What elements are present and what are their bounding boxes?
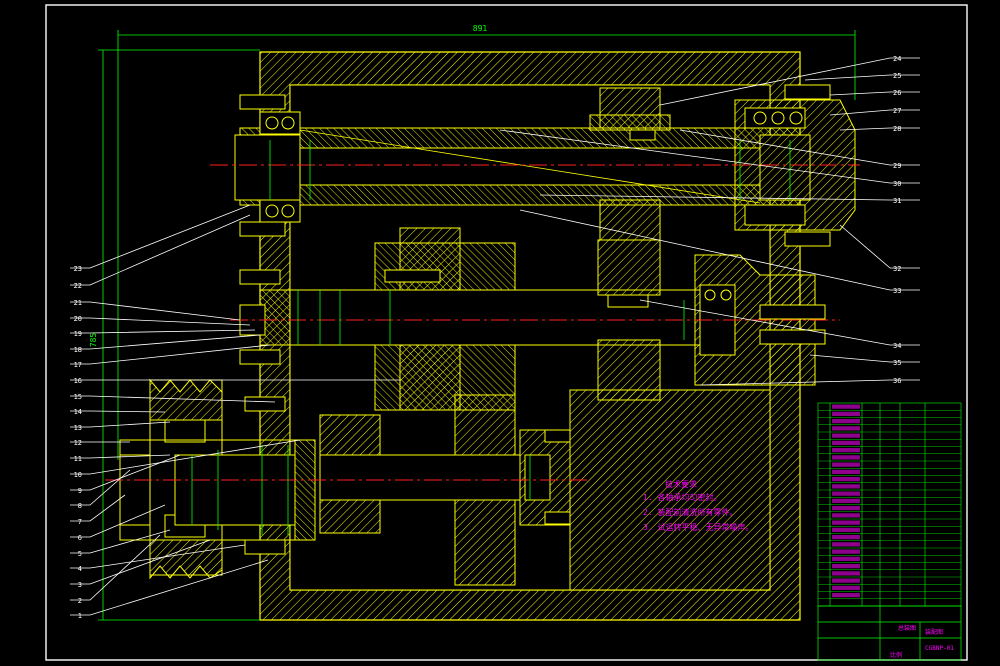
part-label: 2 bbox=[78, 597, 82, 605]
part-label: 7 bbox=[78, 518, 82, 526]
part-label: 33 bbox=[893, 287, 901, 295]
parts-list-rows bbox=[818, 404, 961, 599]
parts-list-cell-text bbox=[832, 527, 860, 532]
part-label: 25 bbox=[893, 72, 901, 80]
part-label: 16 bbox=[74, 377, 82, 385]
part-label: 8 bbox=[78, 502, 82, 510]
height-dimension: 785 bbox=[89, 333, 98, 348]
notes-item: 2. 装配前清洗所有零件。 bbox=[643, 507, 737, 517]
parts-list-cell-text bbox=[832, 585, 860, 590]
part-label: 6 bbox=[78, 534, 82, 542]
parts-list-cell-text bbox=[832, 448, 860, 453]
parts-list-cell-text bbox=[832, 520, 860, 525]
notes-item: 1. 各轴承均匀密封。 bbox=[643, 492, 721, 502]
part-label: 31 bbox=[893, 197, 901, 205]
cad-drawing-canvas: 891 785 23 22 21 20 19 18 17 16 15 14 13… bbox=[45, 4, 968, 661]
parts-list-cell-text bbox=[832, 404, 860, 409]
parts-list-cell-text bbox=[832, 462, 860, 467]
title-block-drawing-no: CGBNP-01 bbox=[925, 645, 954, 652]
part-label: 18 bbox=[74, 346, 82, 354]
part-label: 5 bbox=[78, 550, 82, 558]
part-label: 28 bbox=[893, 125, 901, 133]
part-label: 35 bbox=[893, 359, 901, 367]
parts-list-cell-text bbox=[832, 549, 860, 554]
title-block-label-a: 总装图 bbox=[898, 624, 916, 632]
part-label: 13 bbox=[74, 424, 82, 432]
parts-list-cell-text bbox=[832, 433, 860, 438]
parts-list-cell-text bbox=[832, 455, 860, 460]
part-label: 30 bbox=[893, 180, 901, 188]
part-label: 12 bbox=[74, 439, 82, 447]
part-label: 17 bbox=[74, 361, 82, 369]
part-label: 15 bbox=[74, 393, 82, 401]
parts-list-cell-text bbox=[832, 556, 860, 561]
parts-list-cell-text bbox=[832, 440, 860, 445]
title-block-label-b: 装配图 bbox=[925, 628, 943, 636]
title-block-label-c: 比例 bbox=[890, 651, 902, 659]
part-label: 34 bbox=[893, 342, 901, 350]
parts-list-cell-text bbox=[832, 542, 860, 547]
width-dimension: 891 bbox=[473, 24, 488, 33]
parts-list-cell-text bbox=[832, 469, 860, 474]
part-label: 36 bbox=[893, 377, 901, 385]
right-part-labels: 24 25 26 27 28 29 30 31 32 33 34 35 36 bbox=[893, 55, 901, 385]
part-label: 14 bbox=[74, 408, 82, 416]
parts-list-cell-text bbox=[832, 484, 860, 489]
part-label: 22 bbox=[74, 282, 82, 290]
part-label: 20 bbox=[74, 315, 82, 323]
notes-item: 3. 试运转平稳、无异常噪声。 bbox=[643, 522, 753, 532]
part-label: 4 bbox=[78, 565, 82, 573]
part-label: 26 bbox=[893, 89, 901, 97]
parts-list-cell-text bbox=[832, 513, 860, 518]
parts-list-cell-text bbox=[832, 578, 860, 583]
parts-list-cell-text bbox=[832, 593, 860, 598]
part-label: 11 bbox=[74, 455, 82, 463]
parts-list-cell-text bbox=[832, 506, 860, 511]
parts-list-cell-text bbox=[832, 571, 860, 576]
parts-list-cell-text bbox=[832, 426, 860, 431]
part-label: 21 bbox=[74, 299, 82, 307]
notes-title: 技术要求 bbox=[665, 479, 697, 489]
parts-list-cell-text bbox=[832, 491, 860, 496]
part-label: 24 bbox=[893, 55, 901, 63]
part-label: 23 bbox=[74, 265, 82, 273]
part-label: 32 bbox=[893, 265, 901, 273]
left-part-labels: 23 22 21 20 19 18 17 16 15 14 13 12 11 1… bbox=[74, 265, 82, 620]
parts-list-cell-text bbox=[832, 477, 860, 482]
parts-list-cell-text bbox=[832, 498, 860, 503]
parts-list-cell-text bbox=[832, 419, 860, 424]
part-label: 19 bbox=[74, 330, 82, 338]
part-label: 29 bbox=[893, 162, 901, 170]
parts-list-cell-text bbox=[832, 535, 860, 540]
part-label: 3 bbox=[78, 581, 82, 589]
parts-list-cell-text bbox=[832, 411, 860, 416]
parts-list-cell-text bbox=[832, 564, 860, 569]
part-label: 9 bbox=[78, 487, 82, 495]
part-label: 1 bbox=[78, 612, 82, 620]
part-label: 27 bbox=[893, 107, 901, 115]
part-label: 10 bbox=[74, 471, 82, 479]
